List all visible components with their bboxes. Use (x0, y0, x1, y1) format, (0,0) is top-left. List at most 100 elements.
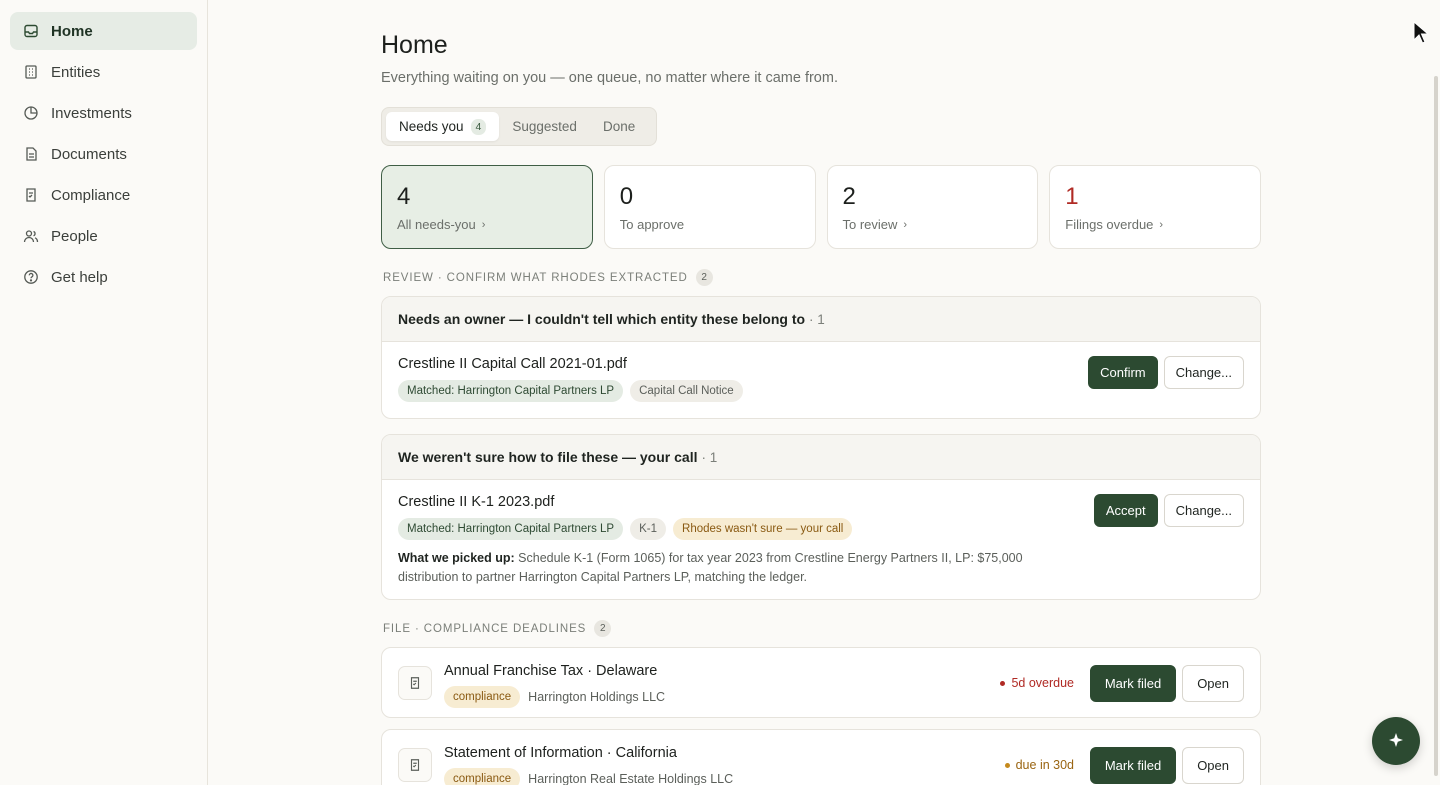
list-item: Crestline II K-1 2023.pdf Matched: Harri… (382, 480, 1260, 599)
mark-filed-button[interactable]: Mark filed (1089, 747, 1177, 784)
chevron-right-icon: › (903, 218, 908, 231)
page-title: Home (381, 31, 448, 59)
sidebar-item-home[interactable]: Home (10, 12, 197, 50)
detail-label: What we picked up: (398, 551, 515, 565)
sidebar-item-label: People (51, 227, 98, 245)
item-actions: Confirm Change... (1088, 356, 1244, 389)
sidebar-item-label: Documents (51, 145, 127, 163)
group-heading: We weren't sure how to file these — your… (382, 435, 1260, 480)
tab-done[interactable]: Done (590, 112, 648, 141)
item-actions: Mark filed Open (1089, 665, 1244, 702)
stat-card-to-review[interactable]: 2 To review › (826, 165, 1039, 249)
pie-chart-icon (23, 105, 39, 121)
uncertain-tag: Rhodes wasn't sure — your call (673, 518, 853, 540)
section-count-badge: 2 (594, 620, 612, 637)
scrollbar-thumb[interactable] (1434, 76, 1438, 776)
inbox-icon (23, 23, 39, 39)
deadline-row: Statement of Information · California co… (381, 729, 1261, 785)
sidebar-item-get-help[interactable]: Get help (10, 258, 197, 296)
entity-match-tag: Matched: Harrington Capital Partners LP (398, 518, 624, 540)
entity-name: Harrington Real Estate Holdings LLC (528, 772, 734, 785)
sparkle-icon (1389, 733, 1403, 747)
sidebar-item-investments[interactable]: Investments (10, 94, 197, 132)
sidebar-item-label: Home (51, 22, 93, 40)
stat-label-text: All needs-you (397, 217, 476, 232)
item-actions: Accept Change... (1093, 494, 1244, 527)
sidebar-item-label: Compliance (51, 186, 131, 204)
checklist-icon (23, 187, 39, 203)
stat-card-to-approve[interactable]: 0 To approve (603, 165, 816, 249)
stat-label: All needs-you › (397, 217, 577, 232)
review-group-unsure-filing: We weren't sure how to file these — your… (381, 434, 1261, 600)
sidebar-item-compliance[interactable]: Compliance (10, 176, 197, 214)
sidebar: Home Entities Investments Documents Comp… (0, 0, 208, 785)
checklist-icon (398, 748, 432, 782)
stat-label: To review › (843, 217, 1023, 232)
deadline-title: Annual Franchise Tax · Delaware (444, 663, 658, 679)
stat-number: 1 (1065, 183, 1079, 210)
entity-name: Harrington Holdings LLC (528, 690, 666, 704)
people-icon (23, 228, 39, 244)
section-heading-review: Review · Confirm what Rhodes extracted 2 (383, 269, 713, 286)
assistant-sparkle-button[interactable] (1372, 717, 1420, 765)
compliance-tag: compliance (444, 686, 521, 708)
document-icon (23, 146, 39, 162)
tab-label: Done (602, 119, 636, 134)
open-button[interactable]: Open (1182, 747, 1244, 784)
tab-suggested[interactable]: Suggested (499, 112, 590, 141)
section-heading-file: File · Compliance deadlines 2 (383, 620, 612, 637)
section-heading-text: File · Compliance deadlines (383, 622, 587, 635)
group-title: We weren't sure how to file these — your… (398, 449, 698, 465)
list-item: Crestline II Capital Call 2021-01.pdf Ma… (382, 342, 1260, 416)
deadline-row: Annual Franchise Tax · Delaware complian… (381, 647, 1261, 718)
mouse-cursor-icon (1413, 20, 1430, 50)
group-title: Needs an owner — I couldn't tell which e… (398, 311, 806, 327)
tab-bar: Needs you 4 Suggested Done (381, 107, 657, 146)
deadline-meta: compliance Harrington Real Estate Holdin… (444, 768, 733, 785)
sidebar-item-people[interactable]: People (10, 217, 197, 255)
section-heading-text: Review · Confirm what Rhodes extracted (383, 271, 688, 284)
stat-label: Filings overdue › (1065, 217, 1245, 232)
checklist-icon (398, 666, 432, 700)
doc-type-tag: K-1 (630, 518, 667, 540)
group-count: · 1 (809, 311, 825, 327)
compliance-tag: compliance (444, 768, 521, 785)
group-heading: Needs an owner — I couldn't tell which e… (382, 297, 1260, 342)
stat-card-all-needs-you[interactable]: 4 All needs-you › (381, 165, 593, 249)
review-group-needs-owner: Needs an owner — I couldn't tell which e… (381, 296, 1261, 419)
status-badge: due in 30d (1004, 758, 1074, 772)
stat-label-text: To review (842, 217, 898, 232)
help-circle-icon (23, 269, 39, 285)
stat-number: 4 (397, 183, 411, 210)
sidebar-item-label: Get help (51, 268, 108, 286)
status-text: 5d overdue (1011, 676, 1074, 690)
sidebar-item-documents[interactable]: Documents (10, 135, 197, 173)
status-dot-icon (1000, 680, 1006, 686)
status-text: due in 30d (1015, 758, 1074, 772)
change-button[interactable]: Change... (1163, 494, 1244, 527)
sidebar-item-entities[interactable]: Entities (10, 53, 197, 91)
stats-row: 4 All needs-you › 0 To approve 2 To revi… (381, 165, 1261, 249)
status-badge: 5d overdue (1000, 676, 1074, 690)
deadline-meta: compliance Harrington Holdings LLC (444, 686, 665, 708)
stat-label-text: Filings overdue (1065, 217, 1154, 232)
confirm-button[interactable]: Confirm (1088, 356, 1158, 389)
page-subtitle: Everything waiting on you — one queue, n… (381, 70, 838, 86)
item-actions: Mark filed Open (1089, 747, 1244, 784)
tab-label: Needs you (399, 119, 464, 134)
group-count: · 1 (701, 449, 718, 465)
change-button[interactable]: Change... (1163, 356, 1244, 389)
stat-label: To approve (620, 217, 800, 232)
open-button[interactable]: Open (1182, 665, 1244, 702)
stat-card-filings-overdue[interactable]: 1 Filings overdue › (1049, 165, 1261, 249)
stat-label-text: To approve (619, 217, 685, 232)
tab-needs-you[interactable]: Needs you 4 (386, 112, 500, 141)
doc-type-tag: Capital Call Notice (630, 380, 743, 402)
tab-label: Suggested (512, 119, 577, 134)
deadline-title: Statement of Information · California (444, 745, 677, 761)
sidebar-item-label: Entities (51, 63, 101, 81)
section-count-badge: 2 (695, 269, 713, 286)
mark-filed-button[interactable]: Mark filed (1089, 665, 1177, 702)
extraction-detail: What we picked up: Schedule K-1 (Form 10… (398, 549, 1058, 587)
accept-button[interactable]: Accept (1093, 494, 1158, 527)
